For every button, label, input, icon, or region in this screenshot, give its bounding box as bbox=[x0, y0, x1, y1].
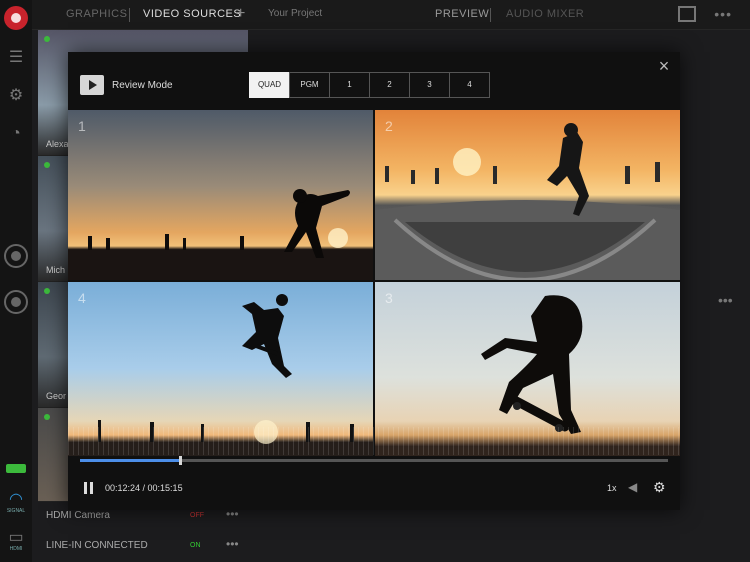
audio-waveform bbox=[68, 427, 680, 455]
tab-graphics[interactable]: GRAPHICS bbox=[66, 8, 127, 20]
left-rail: ☰ ⚙ ◔ ◠ SIGNAL ▭ HDMI bbox=[0, 0, 32, 562]
gear-icon[interactable]: ⚙ bbox=[653, 479, 666, 496]
more-icon[interactable]: ••• bbox=[718, 292, 733, 308]
volume-icon[interactable]: ◀ bbox=[628, 480, 637, 494]
hdmi-label: HDMI bbox=[9, 546, 23, 552]
live-indicator bbox=[44, 36, 50, 42]
pause-icon[interactable] bbox=[84, 482, 94, 494]
more-icon[interactable]: ••• bbox=[714, 6, 732, 22]
tab-audio-mixer[interactable]: AUDIO MIXER bbox=[506, 8, 584, 20]
project-name[interactable]: Your Project bbox=[268, 8, 322, 19]
settings-icon[interactable]: ⚙ bbox=[6, 86, 26, 106]
dashboard-icon[interactable]: ◔ bbox=[6, 124, 26, 144]
tab-video-sources[interactable]: VIDEO SOURCES bbox=[143, 8, 241, 20]
audio-state[interactable]: ON bbox=[190, 542, 201, 549]
source-row-label: LINE-IN CONNECTED bbox=[46, 540, 148, 551]
segment-1[interactable]: 1 bbox=[329, 72, 370, 98]
cell-number: 1 bbox=[78, 118, 86, 134]
tab-divider bbox=[129, 8, 130, 22]
top-bar: GRAPHICS VIDEO SOURCES + Your Project PR… bbox=[32, 0, 750, 30]
review-modal: × Review Mode QUAD PGM 1 2 3 4 1 2 4 3 0… bbox=[68, 52, 680, 510]
tab-preview[interactable]: PREVIEW bbox=[435, 8, 489, 20]
stream-button[interactable] bbox=[4, 290, 28, 314]
cell-number: 4 bbox=[78, 290, 86, 306]
live-indicator bbox=[44, 288, 50, 294]
play-icon[interactable] bbox=[80, 75, 104, 95]
right-panel: ••• bbox=[680, 30, 750, 562]
video-cell-1[interactable]: 1 bbox=[68, 110, 373, 280]
record-button[interactable] bbox=[4, 244, 28, 268]
cell-number: 3 bbox=[385, 290, 393, 306]
live-indicator bbox=[44, 162, 50, 168]
segment-4[interactable]: 4 bbox=[449, 72, 490, 98]
speed-button[interactable]: 1x bbox=[607, 483, 617, 493]
timeline-progress bbox=[80, 459, 180, 462]
skatepark-image bbox=[375, 123, 680, 280]
source-row[interactable]: LINE-IN CONNECTED ON ••• bbox=[38, 532, 248, 560]
view-segmented-control: QUAD PGM 1 2 3 4 bbox=[249, 72, 490, 98]
more-icon[interactable]: ••• bbox=[226, 537, 239, 551]
timeline-scrubber[interactable] bbox=[80, 456, 668, 465]
review-mode-toggle[interactable]: Review Mode bbox=[80, 74, 173, 96]
close-icon[interactable]: × bbox=[656, 57, 672, 75]
review-mode-label: Review Mode bbox=[112, 79, 173, 91]
skater-silhouette-image bbox=[68, 189, 373, 280]
live-indicator bbox=[44, 414, 50, 420]
timeline-handle[interactable] bbox=[178, 456, 182, 465]
source-name: Mich bbox=[46, 265, 66, 275]
video-cell-2[interactable]: 2 bbox=[375, 110, 680, 280]
segment-2[interactable]: 2 bbox=[369, 72, 410, 98]
app-logo[interactable] bbox=[4, 6, 28, 30]
cell-number: 2 bbox=[385, 118, 393, 134]
hdmi-icon: ▭ bbox=[8, 529, 24, 546]
add-source-icon[interactable]: + bbox=[236, 5, 245, 23]
segment-3[interactable]: 3 bbox=[409, 72, 450, 98]
source-name: Alexa bbox=[46, 139, 69, 149]
wifi-label: SIGNAL bbox=[6, 508, 26, 514]
quad-view: 1 2 4 3 bbox=[68, 110, 680, 456]
playback-controls: 00:12:24 / 00:15:15 1x ◀ ⚙ bbox=[80, 479, 668, 498]
battery-icon bbox=[6, 464, 26, 473]
source-row-label: HDMI Camera bbox=[46, 510, 110, 521]
wifi-icon: ◠ bbox=[9, 491, 23, 508]
menu-icon[interactable]: ☰ bbox=[6, 48, 26, 68]
time-display: 00:12:24 / 00:15:15 bbox=[105, 483, 183, 493]
segment-pgm[interactable]: PGM bbox=[289, 72, 330, 98]
layout-icon[interactable] bbox=[678, 6, 696, 22]
segment-quad[interactable]: QUAD bbox=[249, 72, 290, 98]
source-name: Geor bbox=[46, 391, 67, 401]
audio-state[interactable]: OFF bbox=[190, 512, 204, 519]
tab-divider bbox=[490, 8, 491, 22]
